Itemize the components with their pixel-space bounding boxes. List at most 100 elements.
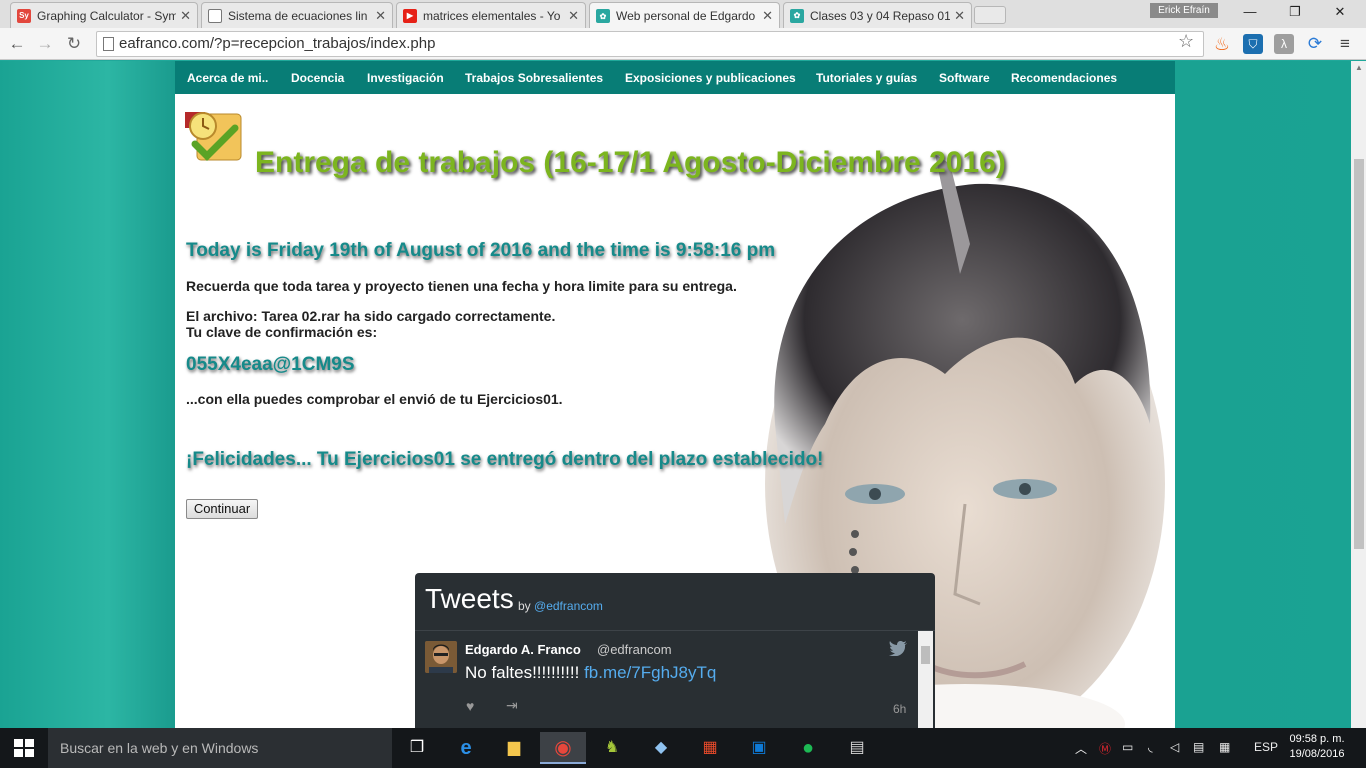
system-clock[interactable]: 09:58 p. m. 19/08/2016	[1286, 732, 1348, 762]
flame-extension-icon[interactable]: ♨	[1212, 34, 1232, 54]
windows-start-icon[interactable]	[14, 739, 34, 757]
tab-label: matrices elementales - Yo	[423, 8, 561, 23]
like-heart-icon[interactable]: ♥	[466, 698, 474, 714]
mendeley-extension-icon[interactable]: ⛉	[1243, 34, 1263, 54]
reload-icon[interactable]: ↻	[63, 33, 85, 55]
minimize-icon[interactable]: —	[1230, 2, 1270, 22]
verification-text: ...con ella puedes comprobar el envió de…	[186, 391, 563, 407]
tweet-author-name[interactable]: Edgardo A. Franco	[465, 642, 581, 657]
spotify-icon[interactable]: ●	[785, 732, 831, 764]
taskbar-search-box[interactable]: Buscar en la web y en Windows	[48, 728, 392, 768]
confirmation-key: 055X4eaa@1CM9S	[186, 354, 355, 375]
confirmation-key-label: Tu clave de confirmación es:	[186, 324, 378, 340]
youtube-icon: ▶	[403, 8, 417, 23]
wifi-icon[interactable]: ◟	[1148, 740, 1153, 754]
web-page: Acerca de mi.. Docencia Investigación Tr…	[0, 61, 1351, 728]
file-explorer-icon[interactable]: ▆	[491, 732, 537, 764]
back-arrow-icon[interactable]: ←	[6, 33, 28, 55]
language-indicator[interactable]: ESP	[1254, 740, 1278, 754]
tweets-by-line: by @edfrancom	[518, 599, 603, 613]
twitter-bird-icon[interactable]	[889, 641, 907, 656]
clock-date: 19/08/2016	[1289, 748, 1345, 760]
main-content: Entrega de trabajos (16-17/1 Agosto-Dici…	[175, 94, 1175, 728]
widget-scrollbar[interactable]	[918, 631, 933, 728]
tab-label: Web personal de Edgardo	[616, 9, 756, 23]
tab-label: Graphing Calculator - Sym	[37, 8, 177, 23]
page-scrollbar[interactable]: ▲	[1351, 61, 1366, 728]
windows-taskbar: Buscar en la web y en Windows ❒ e ▆ ◉ ♞ …	[0, 728, 1366, 768]
tweets-by-text: by	[518, 599, 531, 613]
tweet-link[interactable]: fb.me/7FghJ8yTq	[584, 663, 716, 682]
chrome-taskbar-icon[interactable]: ◉	[540, 732, 586, 764]
symbolab-icon: Sy	[17, 8, 31, 23]
tweet-text: No faltes!!!!!!!!!! fb.me/7FghJ8yTq	[465, 663, 716, 683]
menu-item-trabajos[interactable]: Trabajos Sobresalientes	[465, 71, 603, 85]
forward-arrow-icon[interactable]: →	[34, 33, 56, 55]
clock-time: 09:58 p. m.	[1289, 733, 1345, 745]
tab-sistema-ecuaciones[interactable]: Sistema de ecuaciones lin ✕	[201, 2, 393, 28]
edge-browser-icon[interactable]: e	[443, 732, 489, 764]
close-window-icon[interactable]: ✕	[1320, 2, 1360, 22]
close-tab-icon[interactable]: ✕	[762, 8, 773, 24]
virtualbox-icon[interactable]: ◆	[638, 732, 684, 764]
browser-toolbar: ← → ↻ eafranco.com/?p=recepcion_trabajos…	[0, 28, 1366, 60]
sync-extension-icon[interactable]: ⟳	[1305, 34, 1325, 54]
close-tab-icon[interactable]: ✕	[954, 8, 965, 24]
tab-clases-repaso[interactable]: ✿ Clases 03 y 04 Repaso 01 ✕	[783, 2, 972, 28]
close-tab-icon[interactable]: ✕	[375, 8, 386, 24]
profile-button[interactable]: Erick Efraín	[1150, 3, 1218, 18]
tweets-by-handle-link[interactable]: @edfrancom	[534, 599, 603, 613]
new-tab-button[interactable]	[974, 6, 1006, 24]
menu-item-recomendaciones[interactable]: Recomendaciones	[1011, 71, 1117, 85]
tweet-item: Edgardo A. Franco @edfrancom No faltes!!…	[415, 630, 935, 728]
page-info-icon[interactable]	[103, 37, 114, 51]
continue-button[interactable]: Continuar	[186, 499, 258, 519]
menu-item-acerca[interactable]: Acerca de mi..	[187, 71, 268, 85]
share-icon[interactable]: ⇥	[506, 697, 518, 714]
url-text: eafranco.com/?p=recepcion_trabajos/index…	[119, 35, 436, 52]
menu-item-software[interactable]: Software	[939, 71, 990, 85]
bookmark-star-icon[interactable]: ☆	[1178, 31, 1194, 52]
site-icon: ✿	[790, 8, 804, 23]
restore-icon[interactable]: ❐	[1275, 2, 1315, 22]
avatar[interactable]	[425, 641, 457, 673]
tweet-author-handle[interactable]: @edfrancom	[597, 642, 672, 657]
menu-item-investigacion[interactable]: Investigación	[367, 71, 444, 85]
resource-monitor-icon[interactable]: ▤	[834, 732, 880, 764]
keyboard-icon[interactable]: ▦	[1219, 740, 1230, 754]
lambda-extension-icon[interactable]: λ	[1274, 34, 1294, 54]
office-apps-icon[interactable]: ▦	[687, 732, 733, 764]
scroll-up-icon[interactable]: ▲	[1355, 63, 1363, 72]
tab-graphing-calculator[interactable]: Sy Graphing Calculator - Sym ✕	[10, 2, 198, 28]
twitter-widget: Tweets by @edfrancom Edgardo A. Franco @…	[415, 573, 935, 728]
site-menu: Acerca de mi.. Docencia Investigación Tr…	[175, 61, 1175, 94]
android-studio-icon[interactable]: ♞	[589, 732, 635, 764]
remote-desktop-icon[interactable]: ▣	[736, 732, 782, 764]
congratulations-heading: ¡Felicidades... Tu Ejercicios01 se entre…	[186, 449, 824, 470]
notifications-icon[interactable]: ▤	[1193, 740, 1204, 754]
mega-tray-icon[interactable]: Ⓜ	[1099, 740, 1111, 757]
tab-label: Sistema de ecuaciones lin	[228, 8, 368, 23]
widget-scrollbar-thumb[interactable]	[921, 646, 930, 664]
menu-item-exposiciones[interactable]: Exposiciones y publicaciones	[625, 71, 796, 85]
address-bar[interactable]: eafranco.com/?p=recepcion_trabajos/index…	[96, 31, 1204, 57]
current-date-heading: Today is Friday 19th of August of 2016 a…	[186, 240, 776, 261]
page-title: Entrega de trabajos (16-17/1 Agosto-Dici…	[255, 146, 1006, 179]
chrome-menu-icon[interactable]: ≡	[1335, 34, 1355, 54]
menu-item-docencia[interactable]: Docencia	[291, 71, 344, 85]
tab-strip: Sy Graphing Calculator - Sym ✕ Sistema d…	[0, 0, 1366, 29]
task-view-icon[interactable]: ❒	[394, 732, 440, 764]
tab-web-personal[interactable]: ✿ Web personal de Edgardo ✕	[589, 2, 780, 29]
tweet-timestamp[interactable]: 6h	[893, 702, 906, 716]
tab-label: Clases 03 y 04 Repaso 01	[810, 8, 951, 23]
close-tab-icon[interactable]: ✕	[180, 8, 191, 24]
reminder-text: Recuerda que toda tarea y proyecto tiene…	[186, 278, 737, 294]
page-scrollbar-thumb[interactable]	[1354, 159, 1364, 549]
menu-item-tutoriales[interactable]: Tutoriales y guías	[816, 71, 917, 85]
tab-matrices-elementales[interactable]: ▶ matrices elementales - Yo ✕	[396, 2, 586, 28]
tray-chevron-icon[interactable]: ︿	[1075, 740, 1087, 757]
volume-icon[interactable]: ◁	[1170, 740, 1179, 754]
calendar-check-icon	[185, 112, 242, 161]
battery-icon[interactable]: ▭	[1122, 740, 1133, 754]
close-tab-icon[interactable]: ✕	[568, 8, 579, 24]
